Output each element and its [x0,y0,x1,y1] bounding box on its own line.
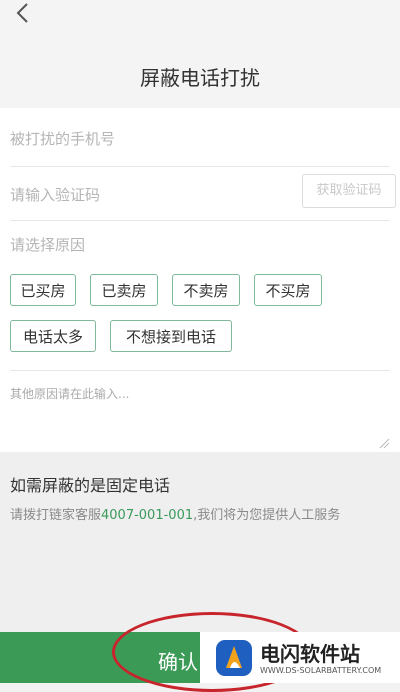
landline-info-section: 如需屏蔽的是固定电话 请拨打链家客服4007-001-001,我们将为您提供人工… [0,452,400,632]
other-reason-textarea[interactable]: 其他原因请在此输入... [10,370,390,451]
reason-tag-sold[interactable]: 已卖房 [90,274,158,306]
header-bar: 屏蔽电话打扰 [0,0,400,108]
resize-handle-icon[interactable] [378,437,390,449]
code-input-placeholder: 请输入验证码 [10,186,101,204]
phone-field[interactable]: 被打扰的手机号 [10,108,390,167]
reason-tag-no-calls[interactable]: 不想接到电话 [110,320,232,352]
reason-tag-not-buying[interactable]: 不买房 [254,274,322,306]
reason-tag-bought[interactable]: 已买房 [10,274,76,306]
watermark: 电闪软件站 WWW.DS-SOLARBATTERY.COM [200,632,400,683]
back-arrow-icon[interactable] [12,2,34,24]
reason-label: 请选择原因 [10,236,86,254]
block-form: 被打扰的手机号 请输入验证码 获取验证码 请选择原因 已买房 已卖房 不卖房 不… [0,108,400,452]
watermark-name: 电闪软件站 [260,642,360,666]
get-code-button[interactable]: 获取验证码 [302,174,396,208]
service-phone-link[interactable]: 4007-001-001 [101,508,193,523]
landline-info-desc: 请拨打链家客服4007-001-001,我们将为您提供人工服务 [10,504,340,523]
landline-info-title: 如需屏蔽的是固定电话 [10,476,171,495]
phone-input-placeholder: 被打扰的手机号 [10,130,116,148]
reason-tag-too-many-calls[interactable]: 电话太多 [10,320,96,352]
info-desc-suffix: ,我们将为您提供人工服务 [193,508,341,523]
reason-tag-not-selling[interactable]: 不卖房 [172,274,240,306]
other-reason-placeholder: 其他原因请在此输入... [10,387,130,401]
page-title: 屏蔽电话打扰 [140,66,260,90]
info-desc-prefix: 请拨打链家客服 [10,508,102,523]
watermark-logo-icon [216,640,252,676]
watermark-url: WWW.DS-SOLARBATTERY.COM [260,666,382,675]
